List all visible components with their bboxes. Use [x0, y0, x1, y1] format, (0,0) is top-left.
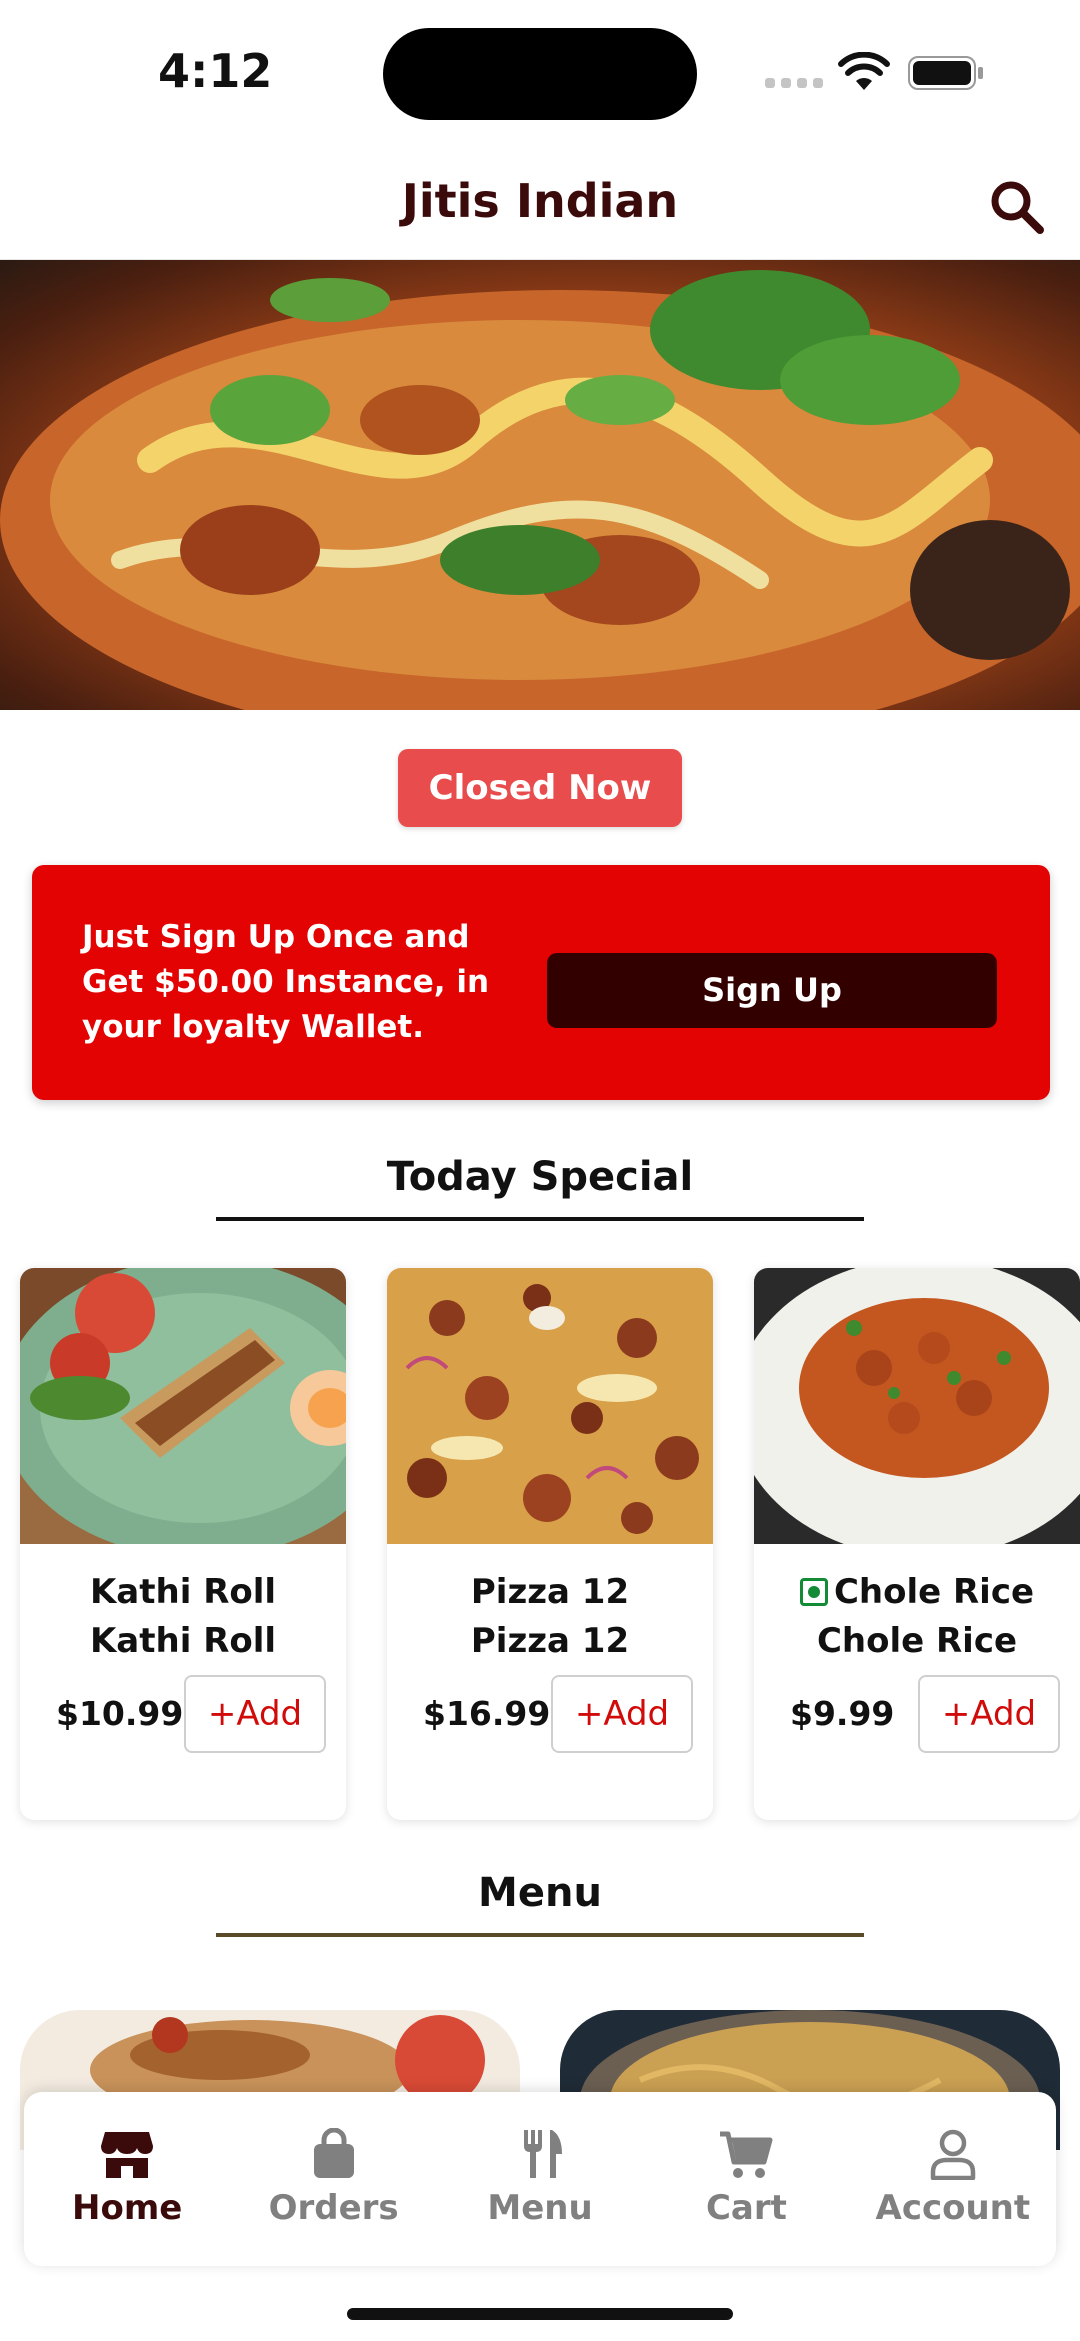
promo-text: Just Sign Up Once and Get $50.00 Instanc… — [82, 919, 490, 1045]
nav-label: Cart — [705, 2188, 787, 2228]
fork-knife-icon — [524, 2130, 563, 2178]
item-name: Pizza 12 — [470, 1572, 630, 1612]
wifi-icon — [838, 52, 890, 90]
store-icon — [101, 2132, 154, 2178]
battery-icon — [908, 56, 983, 90]
user-icon — [930, 2129, 976, 2180]
bag-icon — [313, 2128, 354, 2178]
special-card-kathi-roll[interactable]: Kathi Roll Kathi Roll $10.99 +Add — [20, 1268, 346, 1820]
cellular-signal-icon — [765, 78, 823, 88]
search-icon[interactable] — [986, 176, 1046, 236]
special-card-chole-rice[interactable]: Chole Rice Chole Rice $9.99 +Add — [754, 1268, 1080, 1820]
item-price: $9.99 — [790, 1694, 895, 1733]
pizza-12-image — [387, 1268, 713, 1544]
store-status-badge: Closed Now — [398, 749, 682, 827]
add-chole-rice-button[interactable]: +Add — [918, 1675, 1060, 1753]
item-name: Kathi Roll — [89, 1572, 277, 1612]
status-bar: 4:12 — [0, 0, 1080, 150]
sign-up-button[interactable]: Sign Up — [547, 953, 997, 1028]
add-pizza-12-button[interactable]: +Add — [551, 1675, 693, 1753]
item-subtitle: Pizza 12 — [470, 1621, 630, 1661]
cart-icon — [720, 2131, 773, 2178]
menu-section-divider — [216, 1933, 864, 1937]
nav-label: Menu — [487, 2188, 593, 2228]
app-header: Jitis Indian — [0, 150, 1080, 260]
dynamic-island — [383, 28, 697, 120]
home-indicator[interactable] — [347, 2308, 733, 2320]
special-card-pizza-12[interactable]: Pizza 12 Pizza 12 $16.99 +Add — [387, 1268, 713, 1820]
item-price: $10.99 — [56, 1694, 184, 1733]
nav-item-menu[interactable]: Menu — [437, 2092, 643, 2266]
item-price: $16.99 — [423, 1694, 551, 1733]
today-special-divider — [216, 1217, 864, 1221]
loyalty-promo-banner: Just Sign Up Once and Get $50.00 Instanc… — [32, 865, 1050, 1100]
menu-section-title: Menu — [478, 1870, 602, 1916]
nav-label: Account — [875, 2188, 1031, 2228]
nav-label: Home — [72, 2188, 183, 2228]
bottom-navigation: Home Orders Menu Cart Account — [24, 2092, 1056, 2266]
item-subtitle: Chole Rice — [816, 1621, 1018, 1661]
hero-banner-image — [0, 260, 1080, 710]
nav-item-cart[interactable]: Cart — [643, 2092, 849, 2266]
item-name: Chole Rice — [833, 1572, 1035, 1612]
nav-item-home[interactable]: Home — [24, 2092, 230, 2266]
status-time: 4:12 — [158, 44, 273, 98]
add-kathi-roll-button[interactable]: +Add — [184, 1675, 326, 1753]
nav-item-orders[interactable]: Orders — [230, 2092, 436, 2266]
today-special-title: Today Special — [386, 1154, 694, 1200]
chole-rice-image — [754, 1268, 1080, 1544]
page-title: Jitis Indian — [401, 174, 679, 228]
veg-indicator-icon — [799, 1578, 828, 1606]
kathi-roll-image — [20, 1268, 346, 1544]
item-subtitle: Kathi Roll — [89, 1621, 277, 1661]
nav-label: Orders — [268, 2188, 399, 2228]
nav-item-account[interactable]: Account — [850, 2092, 1056, 2266]
